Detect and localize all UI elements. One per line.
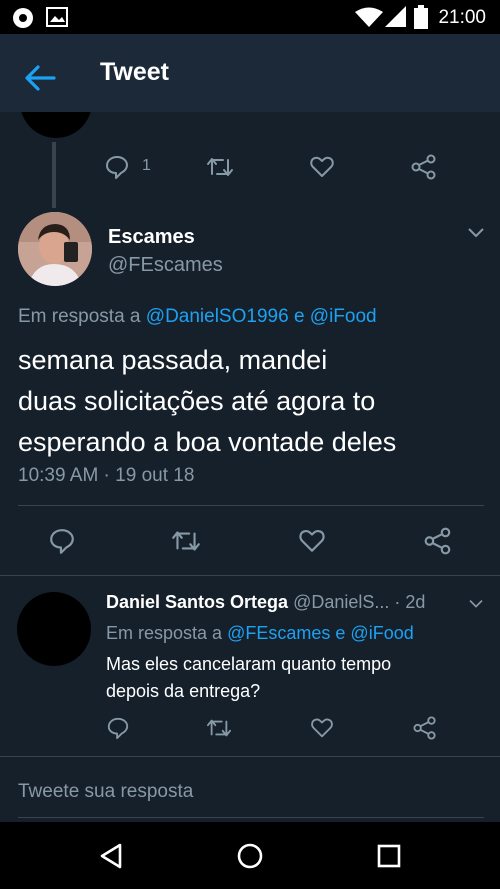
- retweet-icon[interactable]: [205, 154, 235, 180]
- mention-link[interactable]: @DanielSO1996: [146, 306, 289, 327]
- wifi-icon: [355, 7, 383, 27]
- reply-header: Daniel Santos Ortega @DanielS... · 2d: [106, 592, 425, 613]
- signal-icon: [385, 6, 406, 27]
- tweet-text-line: duas solicitações até agora to: [18, 386, 376, 416]
- compose-underline: [18, 817, 484, 818]
- reply-author-name[interactable]: Daniel Santos Ortega: [106, 592, 288, 612]
- back-arrow-icon[interactable]: [22, 60, 58, 96]
- reply-context-and: e: [335, 623, 346, 643]
- gallery-icon: [46, 7, 68, 27]
- retweet-icon[interactable]: [170, 527, 202, 555]
- like-icon[interactable]: [310, 716, 334, 740]
- mention-link[interactable]: @iFood: [350, 623, 413, 643]
- avatar[interactable]: [18, 212, 92, 286]
- reply-author-handle[interactable]: @DanielS...: [293, 592, 389, 612]
- reply-avatar[interactable]: [17, 592, 91, 666]
- like-icon[interactable]: [309, 154, 335, 180]
- battery-icon: [414, 5, 428, 29]
- reply-icon: [106, 156, 128, 179]
- reply-icon[interactable]: [48, 527, 76, 555]
- tweet-timestamp: 10:39 AM · 19 out 18: [18, 465, 195, 486]
- share-icon[interactable]: [423, 527, 453, 555]
- divider: [0, 575, 500, 576]
- nav-home-icon[interactable]: [236, 842, 264, 870]
- media-playing-icon: [13, 8, 33, 28]
- status-bar: 21:00: [0, 0, 500, 34]
- author-name[interactable]: Escames: [108, 226, 195, 249]
- reply-count: 1: [142, 157, 151, 174]
- share-icon[interactable]: [412, 716, 438, 740]
- compose-reply-bar[interactable]: Tweete sua resposta: [0, 757, 500, 822]
- navigation-bar: [0, 822, 500, 889]
- reply-context-and: e: [293, 306, 305, 327]
- chevron-down-icon[interactable]: [466, 226, 486, 240]
- status-time: 21:00: [438, 7, 486, 28]
- reply-context-prefix: Em resposta a: [106, 623, 223, 643]
- tweet-text-line: esperando a boa vontade deles: [18, 427, 397, 457]
- thread-connector: [52, 142, 56, 208]
- mention-link[interactable]: @FEscames: [227, 623, 330, 643]
- prev-tweet-avatar[interactable]: [20, 112, 92, 138]
- author-handle[interactable]: @FEscames: [108, 254, 223, 277]
- divider: [18, 505, 484, 506]
- page-title: Tweet: [100, 58, 169, 86]
- tweet-text-line: semana passada, mandei: [18, 345, 328, 375]
- mention-link[interactable]: @iFood: [310, 306, 377, 327]
- share-icon[interactable]: [410, 154, 438, 180]
- app-bar: Tweet: [0, 34, 500, 112]
- reply-icon[interactable]: [106, 716, 130, 740]
- retweet-icon[interactable]: [205, 716, 233, 740]
- like-icon[interactable]: [298, 527, 326, 555]
- tweet-text: semana passada, mandei duas solicitações…: [18, 340, 396, 463]
- chevron-down-icon[interactable]: [467, 598, 485, 610]
- reply-age: · 2d: [394, 592, 426, 612]
- reply-context: Em resposta a @DanielSO1996 e @iFood: [18, 306, 377, 328]
- nav-recents-icon[interactable]: [376, 843, 402, 869]
- reply-context-prefix: Em resposta a: [18, 306, 141, 327]
- reply-text: Mas eles cancelaram quanto tempo depois …: [106, 651, 391, 705]
- reply-text-line: Mas eles cancelaram quanto tempo: [106, 654, 392, 674]
- reply-context: Em resposta a @FEscames e @iFood: [106, 623, 414, 644]
- compose-reply-input[interactable]: Tweete sua resposta: [18, 781, 193, 803]
- nav-back-icon[interactable]: [98, 842, 124, 870]
- avatar-photo: [18, 212, 92, 286]
- reply-text-line: depois da entrega?: [106, 681, 261, 701]
